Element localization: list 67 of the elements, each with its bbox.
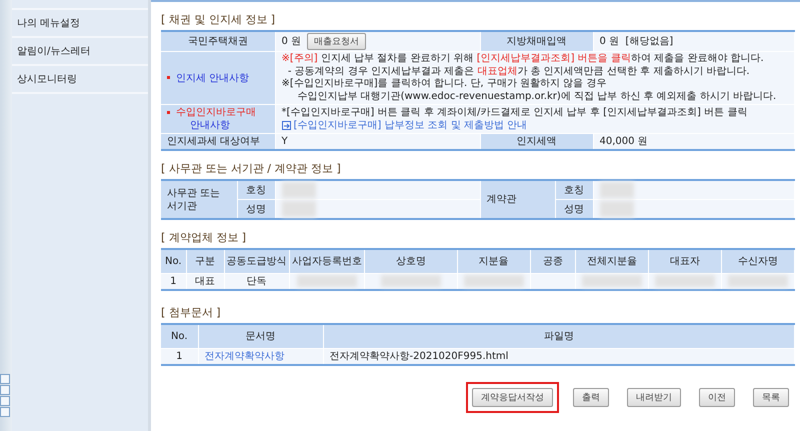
sidebar-item[interactable]: 알림이/뉴스레터: [12, 38, 148, 66]
action-button[interactable]: 출력: [573, 388, 609, 407]
redacted-block: [582, 275, 642, 288]
field-value: Y: [275, 134, 480, 150]
field-label: 성명: [555, 200, 593, 219]
sidebar-item[interactable]: 나의 메뉴설정: [12, 10, 148, 38]
field-label: 인지세 안내사항: [176, 72, 250, 84]
action-button[interactable]: 목록: [753, 388, 789, 407]
action-button[interactable]: 이전: [699, 388, 735, 407]
field-label: 인지세과세 대상여부: [161, 134, 275, 150]
table-cell: 1: [161, 274, 186, 290]
action-button[interactable]: 계약응답서작성: [472, 388, 553, 407]
field-value: 0 원 [해당없음]: [593, 31, 794, 52]
field-label: 계약관: [480, 180, 555, 219]
field-label: 호칭: [555, 180, 593, 200]
redacted-block: [282, 182, 316, 198]
notice-text: ※[주의] 인지세 납부 절차를 완료하기 위해 [인지세납부결과조회] 버튼을 클릭하여 제출을 완료해야 합니다.: [282, 53, 765, 66]
section-title: [ 첨부문서 ]: [161, 305, 222, 320]
redacted-block: [282, 201, 316, 217]
notice-text: - 공동계약의 경우 인지세납부결과 제출은 대표업체가 총 인지세액만큼 선택한 후 제출하시기 바랍니다.: [286, 66, 751, 78]
column-header: 문서명: [198, 324, 323, 348]
redacted-block: [728, 275, 788, 288]
column-header: 공동도급방식: [224, 249, 290, 274]
sidebar-item[interactable]: 상시모니터링: [12, 66, 148, 94]
required-mark-icon: [167, 76, 170, 80]
redacted-block: [600, 182, 634, 198]
column-header: 전체지분율: [575, 249, 648, 274]
column-header: 상호명: [364, 249, 458, 274]
field-label: 성명: [237, 200, 275, 219]
action-button[interactable]: 내려받기: [627, 388, 681, 407]
redacted-block: [654, 275, 715, 288]
redacted-block: [381, 275, 442, 288]
redacted-block: [297, 275, 358, 288]
section-title: [ 채권 및 인지세 정보 ]: [161, 12, 276, 27]
notice-text: *[수입인지바로구매] 버튼 클릭 후 계좌이체/카드결제로 인지세 납부 후 [인지세납부결과조회] 버튼 클릭: [282, 106, 748, 119]
table-cell: 1: [161, 348, 198, 365]
redacted-block: [464, 275, 524, 288]
notice-text: ※[수입인지바로구매]를 클릭하여 합니다. 단, 구매가 원활하지 않을 경우: [282, 78, 608, 90]
field-label: 사무관 또는 서기관: [161, 180, 237, 219]
field-value: 0 원: [282, 36, 302, 47]
column-header: 수신자명: [722, 249, 794, 274]
table-cell: 전자계약확약사항-2021020F995.html: [323, 348, 794, 365]
column-header: 대표자: [648, 249, 722, 274]
redacted-block: [600, 201, 634, 217]
column-header: No.: [161, 324, 198, 348]
field-value: 40,000 원: [593, 134, 794, 150]
guide-link[interactable]: [수입인지바로구매] 납부정보 조회 및 제출방법 안내: [282, 120, 528, 131]
field-label: 국민주택채권: [161, 31, 275, 52]
column-header: No.: [161, 249, 186, 274]
field-label: 안내사항: [189, 119, 231, 132]
table-cell: 대표: [186, 274, 224, 290]
column-header: 지분율: [457, 249, 530, 274]
field-label: 인지세액: [480, 134, 593, 150]
field-label: 호칭: [237, 180, 275, 200]
column-header: 파일명: [323, 324, 794, 348]
column-header: 구분: [186, 249, 224, 274]
section-title: [ 사무관 또는 서기관 / 계약관 정보 ]: [161, 161, 342, 176]
field-label: 지방채매입액: [480, 31, 593, 52]
column-header: 사업자등록번호: [289, 249, 365, 274]
table-cell: 단독: [224, 274, 290, 290]
column-header: 공종: [530, 249, 576, 274]
field-label: 수입인지바로구매: [176, 106, 256, 119]
notice-text: 수입인지납부 대행기관(www.edoc-revenuestamp.or.kr)에 직접 납부 하신 후 예외제출 하시기 바랍니다.: [296, 90, 778, 103]
link-arrow-icon: [282, 120, 290, 130]
request-button[interactable]: 매출요청서: [307, 33, 366, 50]
section-title: [ 계약업체 정보 ]: [161, 230, 248, 245]
required-mark-icon: [167, 111, 170, 114]
